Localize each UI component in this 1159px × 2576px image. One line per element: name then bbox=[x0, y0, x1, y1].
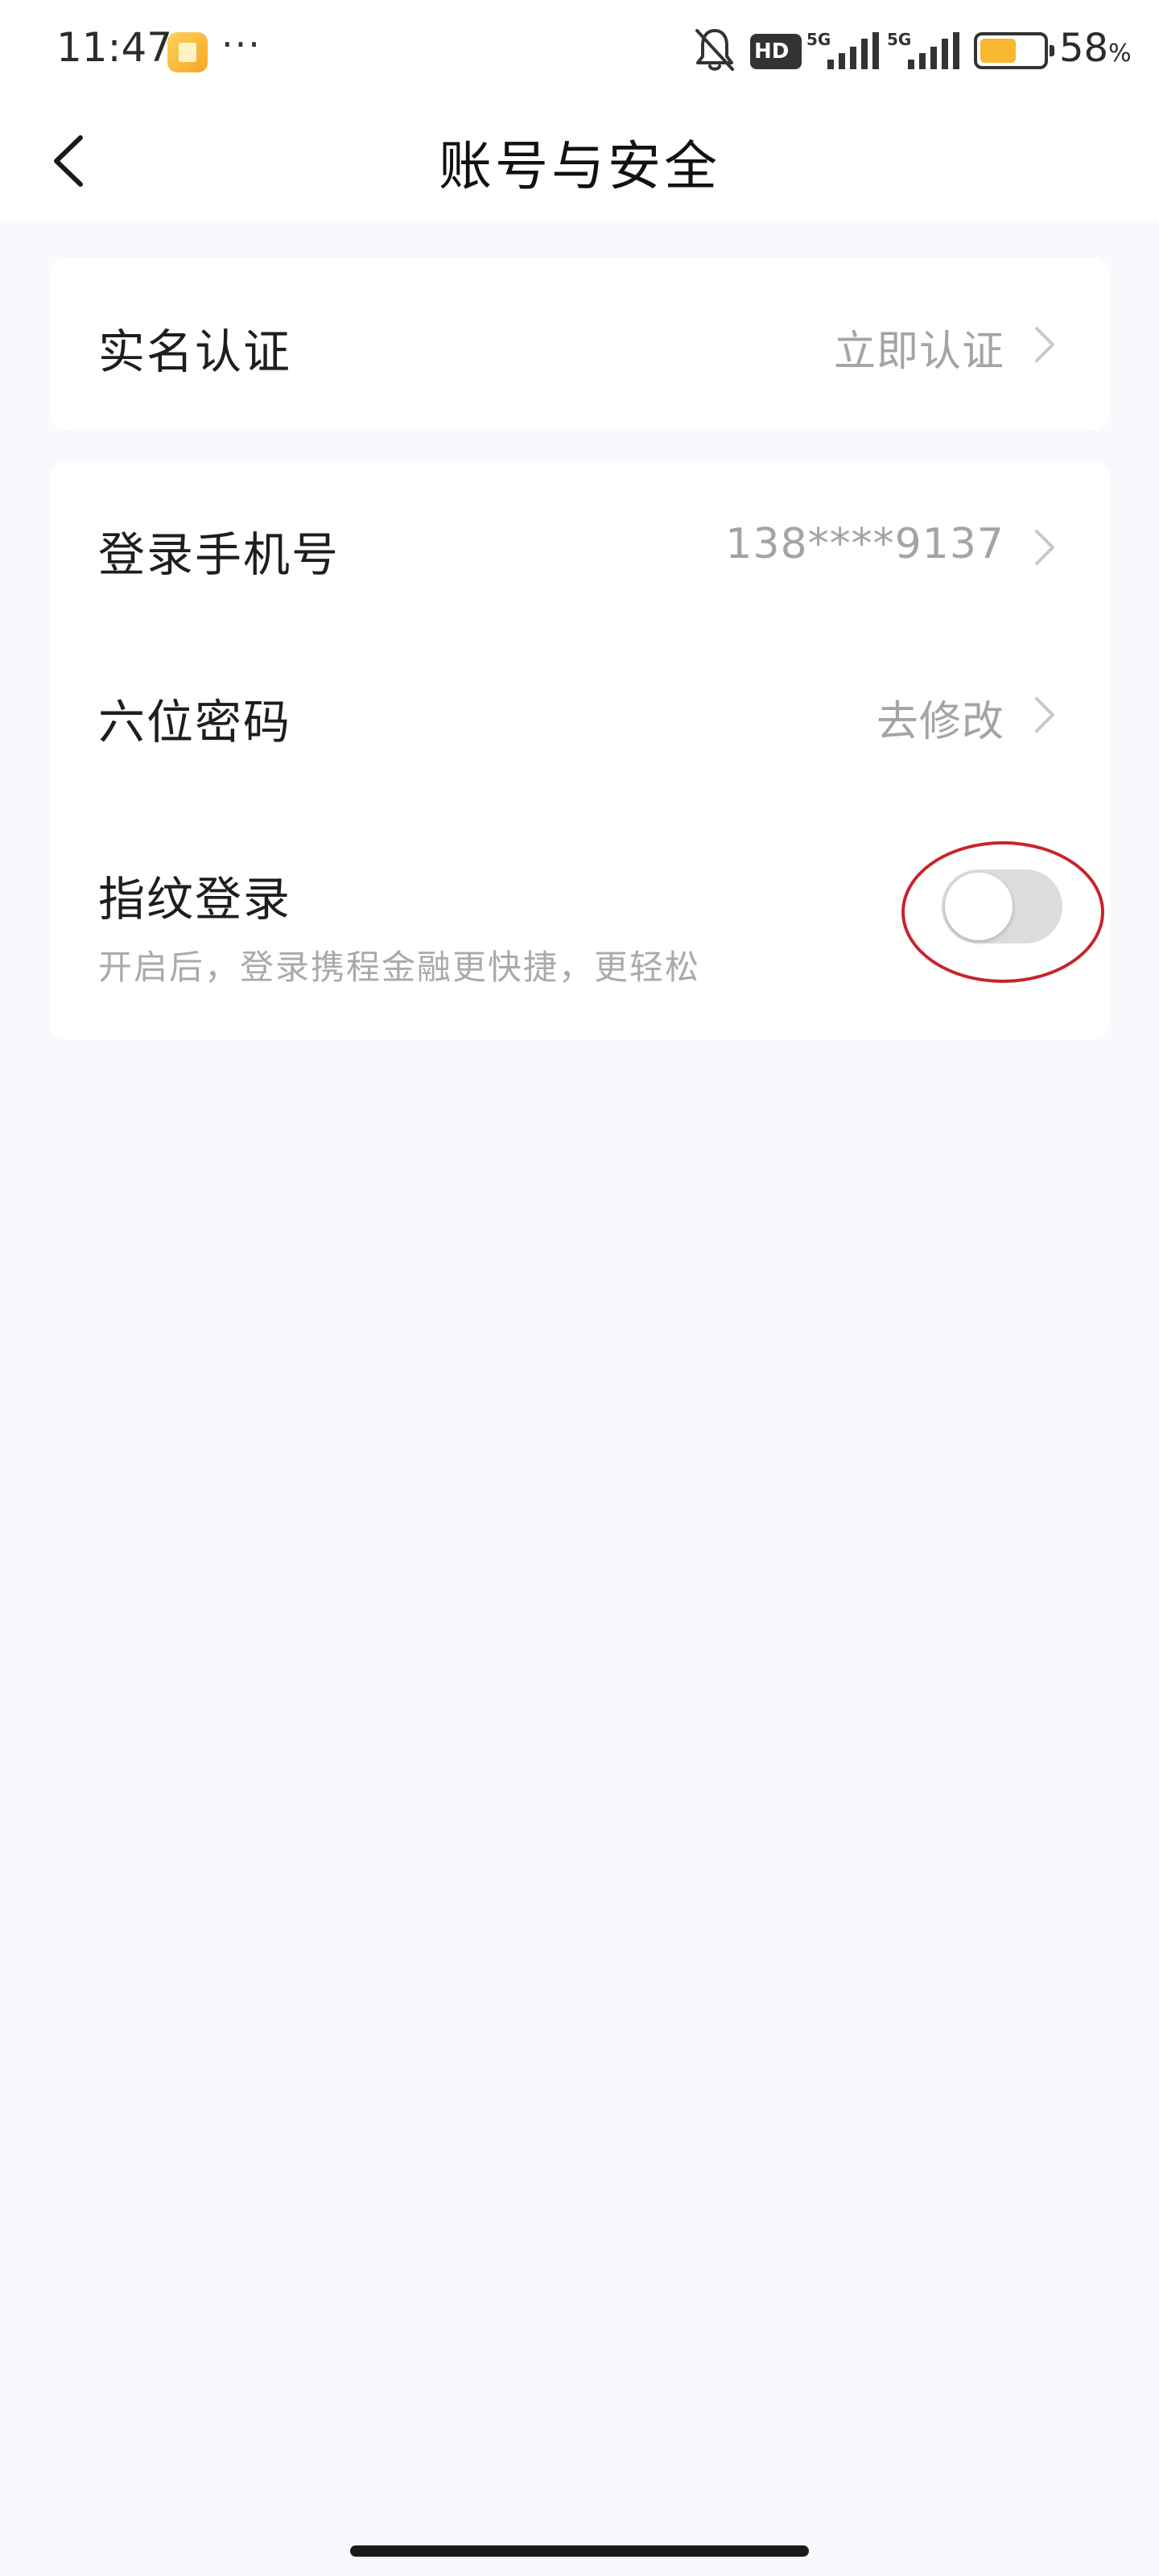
signal-2-label: 5G bbox=[887, 30, 911, 49]
battery-level-fill bbox=[980, 39, 1016, 63]
hd-voice-badge: HD bbox=[750, 34, 802, 69]
signal-strength-icon: 5G bbox=[887, 30, 959, 69]
password-value: 去修改 bbox=[876, 698, 1004, 746]
chevron-right-icon bbox=[1035, 530, 1054, 565]
six-digit-password-row[interactable]: 六位密码 去修改 bbox=[50, 630, 1109, 799]
battery-icon bbox=[974, 32, 1054, 69]
bell-muted-icon bbox=[695, 29, 734, 71]
toggle-knob bbox=[945, 873, 1013, 940]
phone-value: 138****9137 bbox=[725, 520, 1004, 568]
more-notifications-icon: ··· bbox=[221, 23, 262, 66]
fingerprint-description: 开启后，登录携程金融更快捷，更轻松 bbox=[98, 947, 701, 987]
status-indicators: HD 5G 5G 58% bbox=[596, 0, 1159, 101]
status-time: 11:47 bbox=[56, 24, 173, 71]
realname-verification-row[interactable]: 实名认证 立即认证 bbox=[50, 258, 1109, 431]
login-phone-row[interactable]: 登录手机号 138****9137 bbox=[50, 460, 1109, 630]
fingerprint-label: 指纹登录 bbox=[98, 872, 292, 927]
phone-label: 登录手机号 bbox=[98, 527, 340, 582]
fingerprint-toggle[interactable] bbox=[942, 869, 1062, 943]
home-indicator[interactable] bbox=[350, 2545, 809, 2557]
chevron-right-icon bbox=[1035, 697, 1054, 733]
signal-1-label: 5G bbox=[806, 30, 831, 49]
signal-strength-icon: 5G bbox=[806, 30, 879, 69]
realname-value: 立即认证 bbox=[833, 328, 1004, 376]
chevron-right-icon bbox=[1035, 327, 1054, 362]
identity-card: 实名认证 立即认证 bbox=[50, 258, 1109, 431]
status-bar: 11:47 ··· HD 5G 5G 58% bbox=[0, 0, 1159, 101]
notes-app-icon bbox=[167, 32, 208, 72]
realname-label: 实名认证 bbox=[98, 324, 292, 379]
battery-percent: 58% bbox=[1059, 26, 1132, 71]
account-security-page: 11:47 ··· HD 5G 5G 58% 账号与安全 实名认证 立即认证 登… bbox=[0, 0, 1159, 2576]
page-title: 账号与安全 bbox=[439, 135, 720, 197]
password-label: 六位密码 bbox=[98, 695, 292, 749]
navigation-bar: 账号与安全 bbox=[0, 101, 1159, 221]
security-card: 登录手机号 138****9137 六位密码 去修改 指纹登录 开启后，登录携程… bbox=[50, 460, 1109, 1040]
